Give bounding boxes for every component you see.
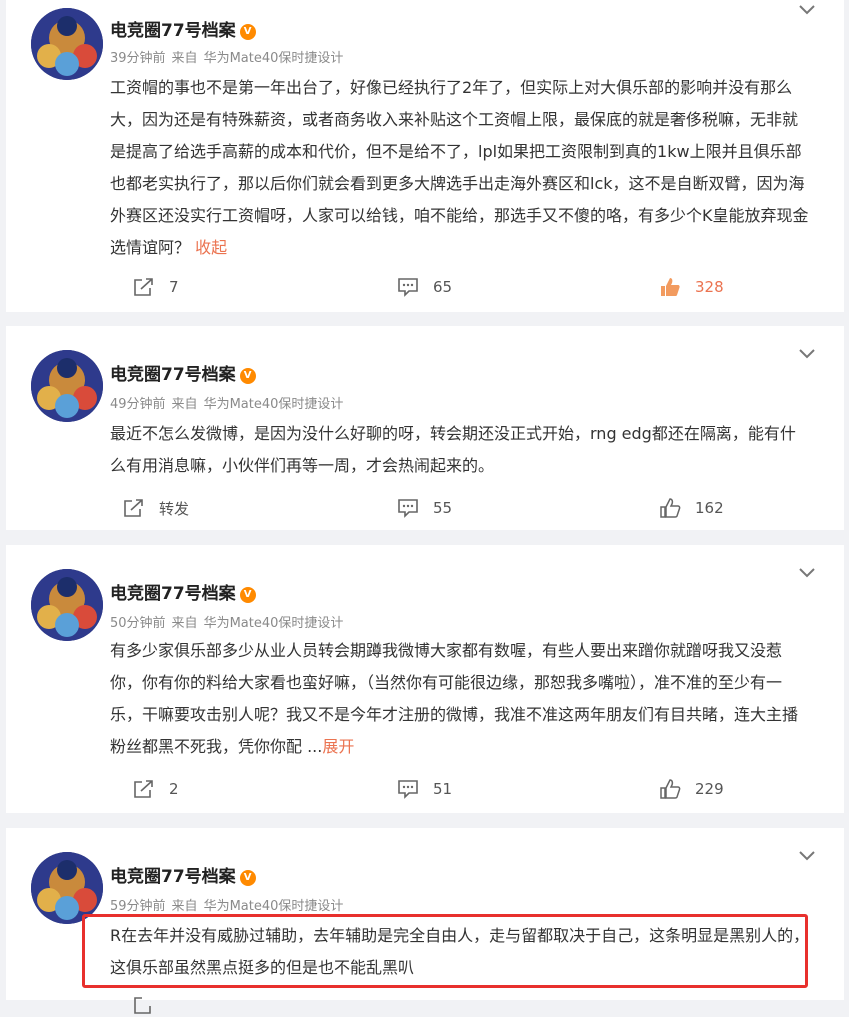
post-time[interactable]: 59分钟前 [110, 899, 166, 914]
vip-badge-icon: V [239, 24, 256, 40]
vip-badge-icon: V [239, 587, 256, 603]
post-meta: 50分钟前 来自 华为Mate40保时捷设计 [110, 616, 344, 631]
vip-badge-icon: V [239, 368, 256, 384]
post-card: 电竞圈77号档案 V 50分钟前 来自 华为Mate40保时捷设计 有多少家俱乐部多少… [6, 545, 844, 813]
post-source: 华为Mate40保时捷设计 [203, 899, 344, 914]
comment-icon [398, 780, 418, 799]
chevron-down-icon[interactable] [798, 348, 816, 360]
vip-badge-icon: V [239, 870, 256, 886]
post-time[interactable]: 39分钟前 [110, 51, 166, 66]
author-name[interactable]: 电竞圈77号档案 V [110, 20, 256, 42]
author-name[interactable]: 电竞圈77号档案 V [110, 583, 256, 605]
chevron-down-icon[interactable] [798, 850, 816, 862]
comment-icon [398, 499, 418, 518]
post-source: 华为Mate40保时捷设计 [203, 51, 344, 66]
avatar[interactable] [31, 8, 103, 80]
author-name[interactable]: 电竞圈77号档案 V [110, 364, 256, 386]
avatar[interactable] [31, 569, 103, 641]
collapse-link[interactable]: 收起 [195, 238, 227, 257]
post-meta: 49分钟前 来自 华为Mate40保时捷设计 [110, 397, 344, 412]
comment-button[interactable]: 55 [397, 496, 452, 520]
post-text: 最近不怎么发微博，是因为没什么好聊的呀，转会期还没正式开始，rng edg都还在… [110, 424, 796, 475]
post-time[interactable]: 50分钟前 [110, 616, 166, 631]
post-actions: 转发 55 162 [6, 496, 844, 520]
like-button[interactable]: 229 [659, 777, 724, 801]
avatar[interactable] [31, 350, 103, 422]
thumbs-up-icon [660, 779, 681, 799]
post-actions-partial [6, 993, 844, 1017]
repost-button[interactable]: 转发 [123, 496, 189, 520]
author-name[interactable]: 电竞圈77号档案 V [110, 866, 256, 888]
chevron-down-icon[interactable] [798, 567, 816, 579]
post-time[interactable]: 49分钟前 [110, 397, 166, 412]
post-source: 华为Mate40保时捷设计 [203, 616, 344, 631]
expand-link[interactable]: 展开 [322, 737, 354, 756]
post-card: 电竞圈77号档案 V 39分钟前 来自 华为Mate40保时捷设计 工资帽的事也不是第… [6, 0, 844, 312]
post-text: 工资帽的事也不是第一年出台了，好像已经执行了2年了，但实际上对大俱乐部的影响并没… [110, 78, 809, 257]
highlight-box [82, 914, 808, 988]
post-actions: 2 51 229 [6, 777, 844, 801]
like-button[interactable]: 162 [659, 496, 724, 520]
like-button[interactable]: 328 [659, 275, 724, 299]
comment-icon [398, 278, 418, 297]
repost-button[interactable]: 2 [133, 777, 179, 801]
share-icon [134, 997, 151, 1014]
comment-button[interactable]: 51 [397, 777, 452, 801]
comment-button[interactable]: 65 [397, 275, 452, 299]
post-source: 华为Mate40保时捷设计 [203, 397, 344, 412]
repost-button[interactable]: 7 [133, 275, 179, 299]
share-icon [134, 780, 153, 798]
post-text: 有多少家俱乐部多少从业人员转会期蹲我微博大家都有数喔，有些人要出来蹭你就蹭呀我又… [110, 641, 799, 756]
post-card: 电竞圈77号档案 V 49分钟前 来自 华为Mate40保时捷设计 最近不怎么发微博，… [6, 326, 844, 530]
post-actions: 7 65 328 [6, 275, 844, 299]
repost-button[interactable] [133, 993, 169, 1017]
thumbs-up-icon [661, 278, 680, 296]
share-icon [124, 499, 143, 517]
thumbs-up-icon [660, 498, 681, 518]
post-meta: 39分钟前 来自 华为Mate40保时捷设计 [110, 51, 344, 66]
chevron-down-icon[interactable] [798, 4, 816, 16]
share-icon [134, 278, 153, 296]
